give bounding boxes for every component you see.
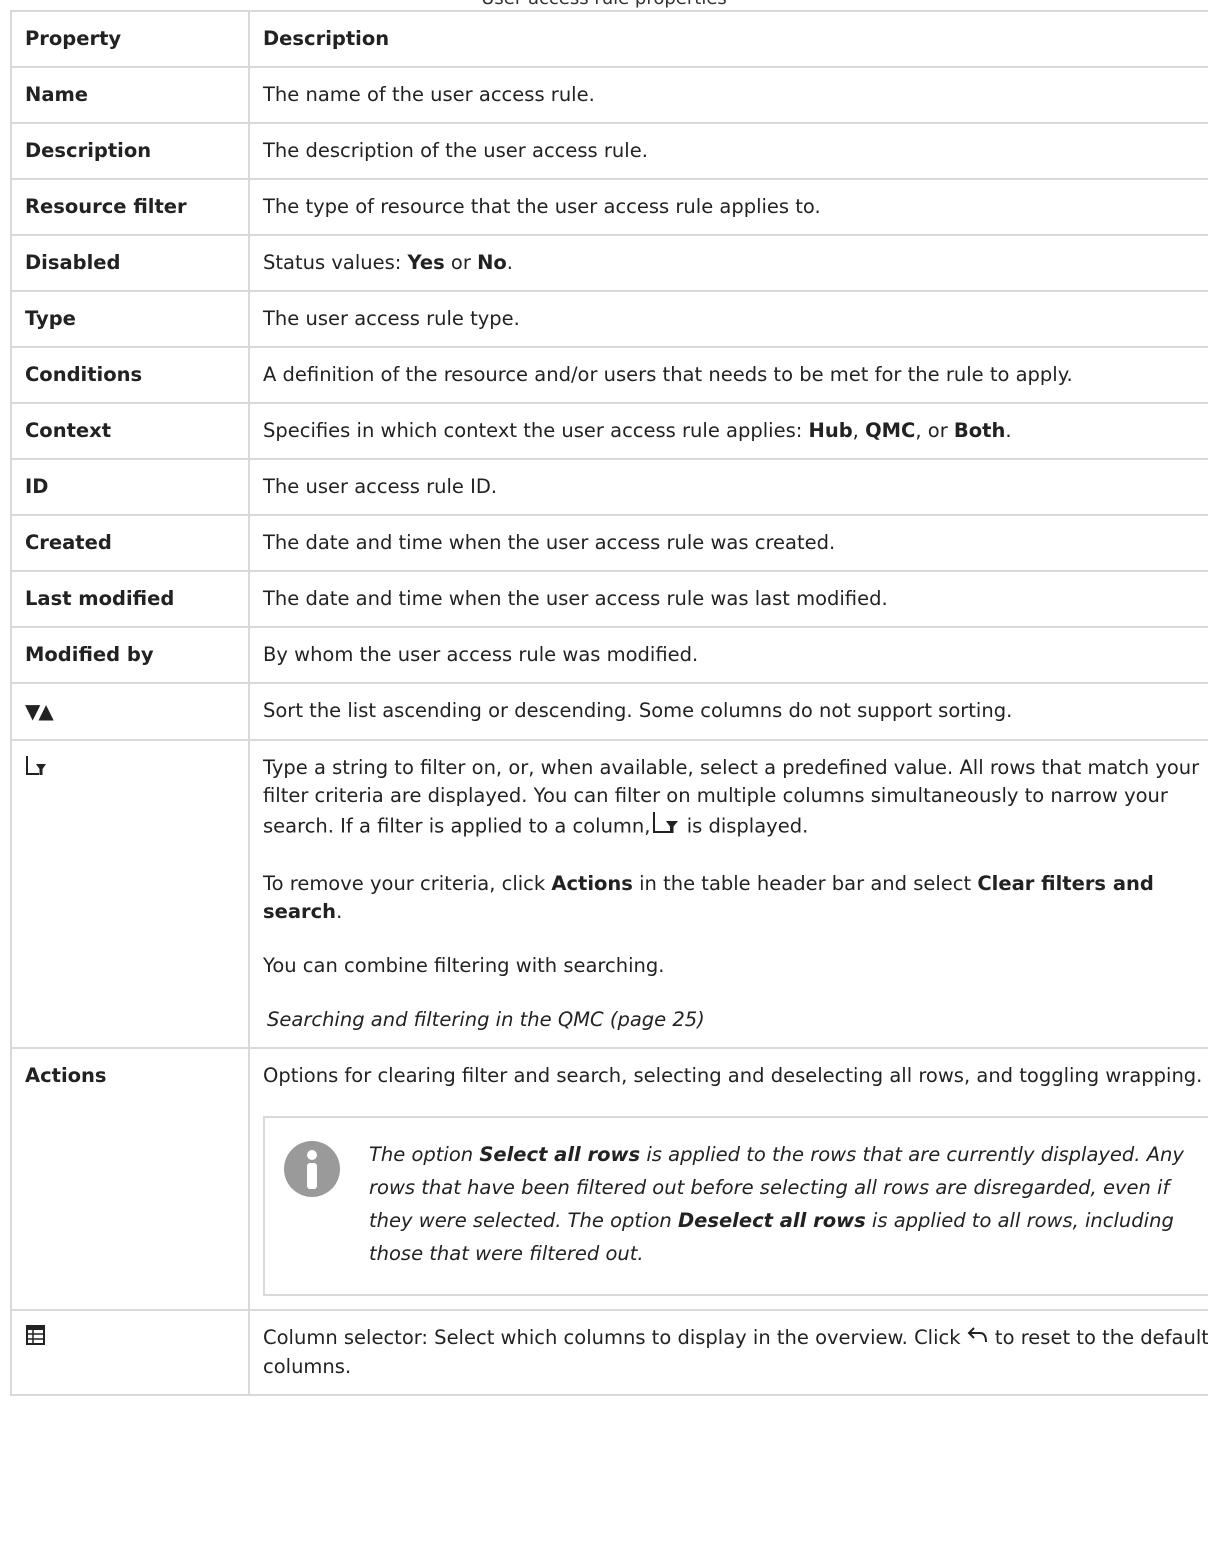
- info-icon: [283, 1140, 341, 1206]
- table-row: Actions Options for clearing filter and …: [10, 1047, 1208, 1311]
- row-property: Name: [10, 66, 250, 124]
- row-property: Resource filter: [10, 178, 250, 236]
- table-row: ▼▲ Sort the list ascending or descending…: [10, 682, 1208, 741]
- table-row: Last modified The date and time when the…: [10, 570, 1208, 628]
- table-row: ID The user access rule ID.: [10, 458, 1208, 516]
- table-row: Context Specifies in which context the u…: [10, 402, 1208, 460]
- row-property: Actions: [10, 1047, 250, 1311]
- searching-filtering-link[interactable]: Searching and filtering in the QMC (page…: [263, 1006, 1208, 1034]
- row-description: The name of the user access rule.: [248, 66, 1208, 124]
- sort-icon-cell: ▼▲: [10, 682, 250, 741]
- table-row: Name The name of the user access rule.: [10, 66, 1208, 124]
- table-row: Disabled Status values: Yes or No.: [10, 234, 1208, 292]
- table-row: Conditions A definition of the resource …: [10, 346, 1208, 404]
- filter-remove-paragraph: To remove your criteria, click Actions i…: [263, 872, 1154, 923]
- row-description: Column selector: Select which columns to…: [248, 1309, 1208, 1396]
- filter-icon: [25, 754, 47, 786]
- table-row: Type The user access rule type.: [10, 290, 1208, 348]
- row-description: By whom the user access rule was modifie…: [248, 626, 1208, 684]
- column-selector-icon: [25, 1325, 47, 1351]
- properties-table: Property Description Name The name of th…: [10, 10, 1208, 1396]
- actions-description: Options for clearing filter and search, …: [263, 1064, 1203, 1087]
- row-property: Last modified: [10, 570, 250, 628]
- row-property: Context: [10, 402, 250, 460]
- row-description: A definition of the resource and/or user…: [248, 346, 1208, 404]
- row-description: The user access rule type.: [248, 290, 1208, 348]
- table-header-row: Property Description: [10, 10, 1208, 68]
- table-row: Column selector: Select which columns to…: [10, 1309, 1208, 1396]
- row-description: The user access rule ID.: [248, 458, 1208, 516]
- table-row: Created The date and time when the user …: [10, 514, 1208, 572]
- reset-icon: [967, 1325, 989, 1353]
- row-property: Created: [10, 514, 250, 572]
- table-row: Modified by By whom the user access rule…: [10, 626, 1208, 684]
- table-row: Description The description of the user …: [10, 122, 1208, 180]
- row-description: Type a string to filter on, or, when ava…: [248, 739, 1208, 1049]
- table-caption: User access rule properties: [0, 0, 1208, 9]
- row-description: The date and time when the user access r…: [248, 514, 1208, 572]
- filter-icon: [651, 810, 681, 844]
- row-property: Modified by: [10, 626, 250, 684]
- note-text: The option Select all rows is applied to…: [369, 1143, 1184, 1265]
- row-property: Description: [10, 122, 250, 180]
- row-description: Options for clearing filter and search, …: [248, 1047, 1208, 1311]
- table-row: Type a string to filter on, or, when ava…: [10, 739, 1208, 1049]
- header-property: Property: [10, 10, 250, 68]
- filter-combine-paragraph: You can combine filtering with searching…: [263, 954, 665, 977]
- row-description: The description of the user access rule.: [248, 122, 1208, 180]
- row-description: Specifies in which context the user acce…: [248, 402, 1208, 460]
- row-property: Conditions: [10, 346, 250, 404]
- filter-icon-cell: [10, 739, 250, 1049]
- row-description: Status values: Yes or No.: [248, 234, 1208, 292]
- filter-paragraph: Type a string to filter on, or, when ava…: [263, 754, 1208, 844]
- column-selector-icon-cell: [10, 1309, 250, 1396]
- row-property: Type: [10, 290, 250, 348]
- row-property: Disabled: [10, 234, 250, 292]
- header-description: Description: [248, 10, 1208, 68]
- row-description: The date and time when the user access r…: [248, 570, 1208, 628]
- row-property: ID: [10, 458, 250, 516]
- row-description: The type of resource that the user acces…: [248, 178, 1208, 236]
- table-row: Resource filter The type of resource tha…: [10, 178, 1208, 236]
- sort-icon: ▼▲: [25, 699, 54, 723]
- row-description: Sort the list ascending or descending. S…: [248, 682, 1208, 741]
- note-box: The option Select all rows is applied to…: [263, 1116, 1208, 1296]
